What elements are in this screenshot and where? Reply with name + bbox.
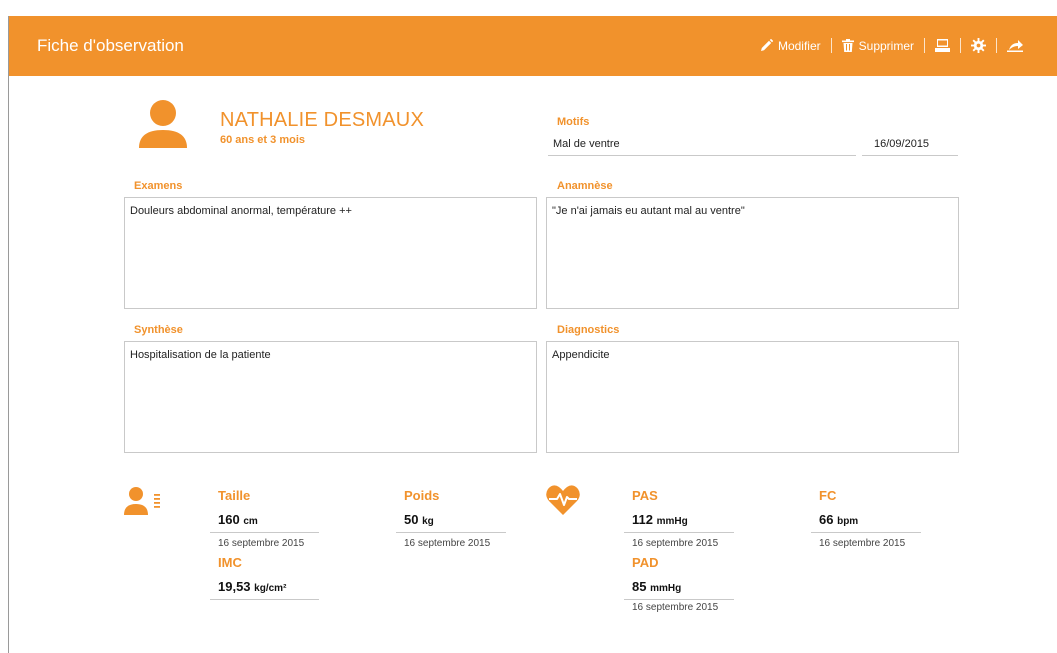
print-button[interactable] <box>935 39 950 52</box>
edit-button-label: Modifier <box>777 38 821 53</box>
synthese-textarea[interactable]: Hospitalisation de la patiente <box>124 341 537 453</box>
patient-age: 60 ans et 3 mois <box>220 134 305 146</box>
pad-unit: mmHg <box>650 583 682 594</box>
gear-icon <box>971 38 986 53</box>
page-title: Fiche d'observation <box>37 36 184 55</box>
toolbar-separator <box>996 38 997 53</box>
synthese-label: Synthèse <box>134 324 183 336</box>
settings-button[interactable] <box>971 38 986 53</box>
taille-number: 160 <box>218 512 240 527</box>
pas-value: 112 mmHg <box>624 512 734 533</box>
window-frame-left <box>8 16 9 653</box>
anamnese-label: Anamnèse <box>557 180 613 192</box>
pad-date: 16 septembre 2015 <box>632 602 719 613</box>
pad-value: 85 mmHg <box>624 579 734 600</box>
taille-date: 16 septembre 2015 <box>218 538 305 549</box>
fc-label: FC <box>819 488 837 503</box>
toolbar-separator <box>830 38 832 53</box>
diagnostics-label: Diagnostics <box>557 324 620 336</box>
motifs-label: Motifs <box>557 116 590 128</box>
avatar <box>137 100 189 148</box>
poids-value: 50 kg <box>396 512 506 533</box>
imc-unit: kg/cm² <box>254 583 287 594</box>
window-frame-top <box>0 0 1057 16</box>
pas-label: PAS <box>632 488 658 503</box>
imc-number: 19,53 <box>218 579 251 594</box>
taille-label: Taille <box>218 488 251 503</box>
header-bar: Fiche d'observation Modifier Supprimer <box>9 16 1057 76</box>
poids-unit: kg <box>422 516 434 527</box>
delete-button[interactable]: Supprimer <box>841 38 914 53</box>
motifs-input[interactable]: Mal de ventre <box>548 138 856 156</box>
poids-number: 50 <box>404 512 419 527</box>
fc-number: 66 <box>819 512 834 527</box>
patient-name: NATHALIE DESMAUX <box>220 109 424 131</box>
fc-date: 16 septembre 2015 <box>819 538 906 549</box>
imc-label: IMC <box>218 555 242 570</box>
pad-label: PAD <box>632 555 659 570</box>
edit-button[interactable]: Modifier <box>760 39 821 53</box>
fc-value: 66 bpm <box>811 512 921 533</box>
share-button[interactable] <box>1007 39 1023 52</box>
poids-date: 16 septembre 2015 <box>404 538 491 549</box>
trash-icon <box>841 39 854 52</box>
heart-rate-icon <box>546 484 580 521</box>
body-measurements-icon <box>124 487 164 520</box>
pas-date: 16 septembre 2015 <box>632 538 719 549</box>
pad-number: 85 <box>632 579 647 594</box>
share-icon <box>1007 39 1023 52</box>
examens-textarea[interactable]: Douleurs abdominal anormal, température … <box>124 197 537 309</box>
taille-value: 160 cm <box>210 512 319 533</box>
delete-button-label: Supprimer <box>858 38 914 53</box>
pas-unit: mmHg <box>656 516 688 527</box>
toolbar: Modifier Supprimer <box>760 38 1023 53</box>
toolbar-separator <box>924 38 925 53</box>
pencil-icon <box>760 39 773 52</box>
poids-label: Poids <box>404 488 440 503</box>
diagnostics-textarea[interactable]: Appendicite <box>546 341 959 453</box>
print-icon <box>935 39 950 52</box>
fc-unit: bpm <box>837 516 859 527</box>
taille-unit: cm <box>243 516 258 527</box>
motifs-date-input[interactable]: 16/09/2015 <box>862 138 958 156</box>
toolbar-separator <box>960 38 961 53</box>
imc-value: 19,53 kg/cm² <box>210 579 319 600</box>
examens-label: Examens <box>134 180 183 192</box>
pas-number: 112 <box>632 512 653 527</box>
anamnese-textarea[interactable]: "Je n'ai jamais eu autant mal au ventre" <box>546 197 959 309</box>
